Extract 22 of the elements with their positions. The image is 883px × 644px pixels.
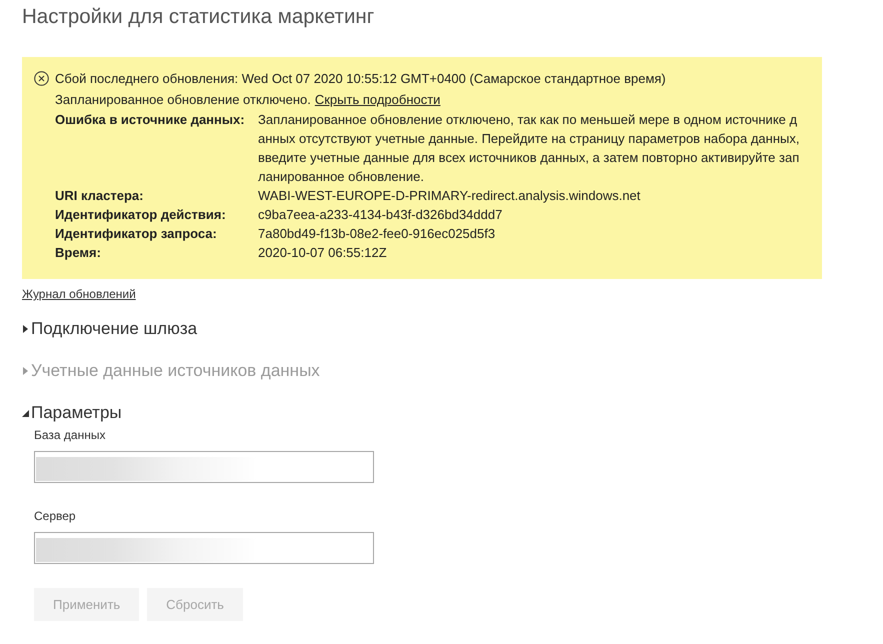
- field-label: База данных: [34, 427, 106, 443]
- field-label: Сервер: [34, 508, 76, 524]
- detail-label: Время:: [55, 244, 101, 262]
- detail-value: Запланированное обновление отключено, так как по меньшей мере в одном источнике данных отсутствуют учетные данные. Перейдите на страницу параметров набора данных, введите учетные данные для всех источников данных, а затем повторно активируйте запланированное обновление.: [258, 111, 800, 186]
- detail-label: Идентификатор действия:: [55, 206, 226, 224]
- detail-label: Ошибка в источнике данных:: [55, 111, 245, 129]
- error-heading: Сбой последнего обновления: Wed Oct 07 2020 10:55:12 GMT+0400 (Самарское стандартное время): [55, 70, 666, 88]
- detail-label: Идентификатор запроса:: [55, 225, 217, 243]
- detail-label: URI кластера:: [55, 187, 144, 205]
- error-message: Запланированное обновление отключено.: [55, 91, 311, 109]
- detail-value: 2020-10-07 06:55:12Z: [258, 244, 387, 262]
- refresh-history-link[interactable]: Журнал обновлений: [22, 286, 136, 302]
- section-header[interactable]: Подключение шлюза: [22, 317, 198, 341]
- detail-value: c9ba7eea-a233-4134-b43f-d326bd34ddd7: [258, 206, 502, 224]
- section-header[interactable]: Параметры: [22, 401, 122, 425]
- input-field[interactable]: [34, 532, 374, 564]
- input-field[interactable]: [34, 451, 374, 483]
- detail-value: 7a80bd49-f13b-08e2-fee0-916ec025d5f3: [258, 225, 496, 243]
- page-title: Настройки для статистика маркетинг: [22, 4, 374, 30]
- error-icon: [34, 71, 49, 86]
- detail-value: WABI-WEST-EUROPE-D-PRIMARY-redirect.analysis.windows.net: [258, 187, 640, 205]
- hide-details-link[interactable]: Скрыть подробности: [314, 89, 440, 110]
